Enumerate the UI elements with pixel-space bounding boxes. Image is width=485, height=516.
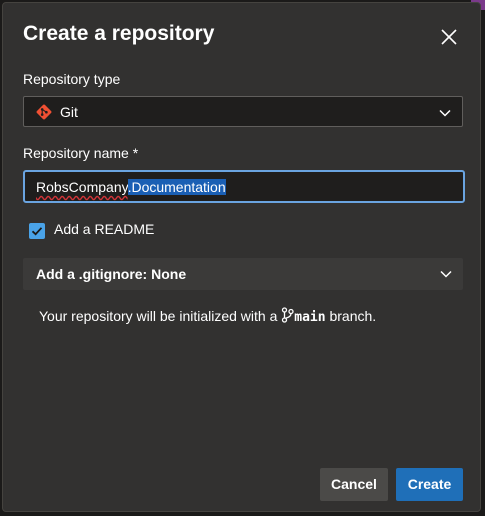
git-icon [36, 104, 52, 120]
checkmark-icon [31, 227, 43, 236]
initialization-info: Your repository will be initialized with… [39, 307, 376, 325]
repository-type-label: Repository type [23, 71, 121, 87]
cancel-button[interactable]: Cancel [320, 468, 388, 501]
chevron-down-icon [439, 109, 451, 117]
repository-name-value: RobsCompany.Documentation [36, 179, 226, 195]
chevron-down-icon [440, 270, 452, 278]
gitignore-dropdown[interactable]: Add a .gitignore: None [23, 258, 463, 290]
repository-type-select[interactable]: Git [23, 96, 463, 127]
branch-icon [282, 307, 294, 323]
repository-name-label: Repository name * [23, 145, 139, 161]
close-icon [441, 29, 457, 45]
gitignore-label: Add a .gitignore: None [36, 266, 187, 282]
info-prefix: Your repository will be initialized with… [39, 308, 282, 324]
readme-checkbox[interactable] [29, 223, 45, 239]
repository-name-prefix: RobsCompany [36, 179, 128, 195]
close-button[interactable] [437, 25, 461, 49]
dialog-title: Create a repository [23, 22, 215, 45]
create-repository-dialog: Create a repository Repository type Git … [2, 2, 481, 512]
create-button[interactable]: Create [396, 468, 463, 501]
readme-label[interactable]: Add a README [54, 221, 154, 237]
repository-name-selection: .Documentation [127, 179, 226, 195]
branch-name: main [294, 310, 326, 325]
repository-name-input[interactable]: RobsCompany.Documentation [23, 170, 465, 203]
repository-type-value: Git [60, 104, 78, 120]
info-suffix: branch. [325, 308, 377, 324]
